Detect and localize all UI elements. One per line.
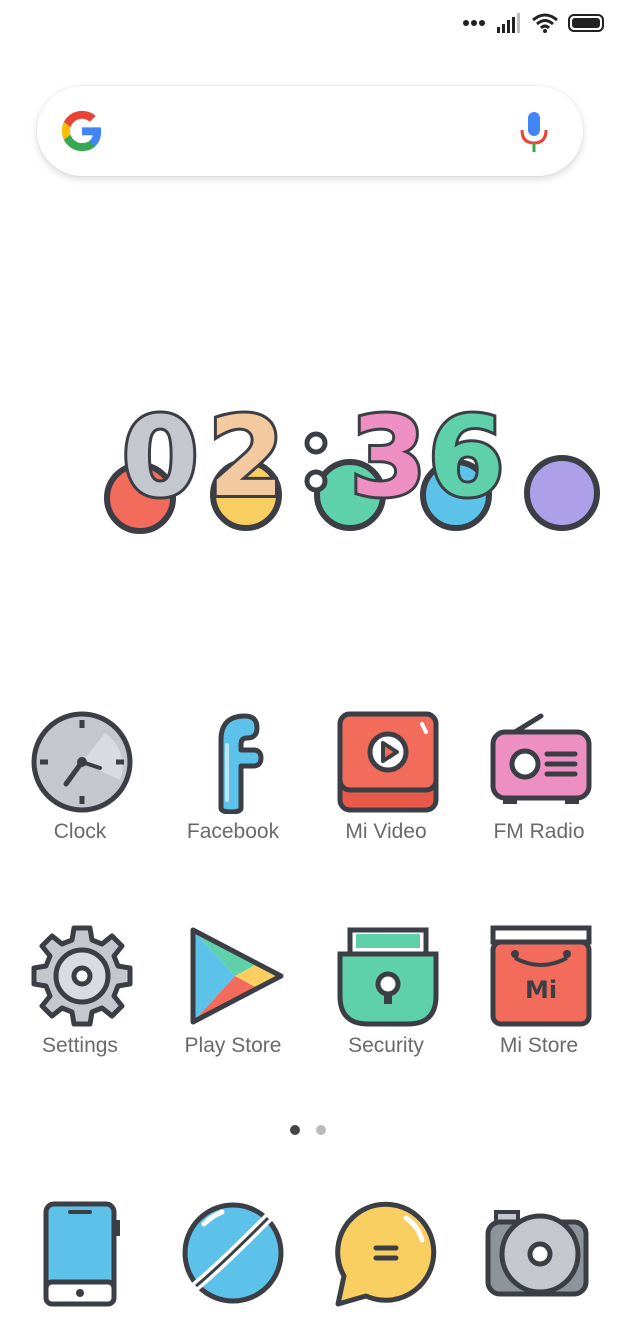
app-clock[interactable]: Clock xyxy=(10,710,150,860)
battery-icon xyxy=(568,14,604,32)
app-label: FM Radio xyxy=(493,820,585,843)
more-dots-icon xyxy=(463,20,485,26)
page-indicator[interactable] xyxy=(290,1125,326,1135)
facebook-icon xyxy=(218,713,264,814)
app-label: Play Store xyxy=(184,1034,282,1057)
microphone-icon[interactable] xyxy=(519,110,549,154)
app-label: Facebook xyxy=(186,820,280,843)
dock-browser[interactable] xyxy=(178,1198,288,1308)
app-play-store[interactable]: Play Store xyxy=(163,924,303,1074)
app-label: Settings xyxy=(42,1034,118,1057)
clock-minutes: 3 xyxy=(350,395,427,521)
app-fm-radio[interactable]: FM Radio xyxy=(469,710,609,860)
signal-icon xyxy=(497,13,520,33)
google-search-bar[interactable] xyxy=(37,86,583,176)
mi-badge: Mi xyxy=(525,976,557,1004)
app-security[interactable]: Security xyxy=(316,924,456,1074)
shopping-bag-icon: Mi xyxy=(490,925,592,1027)
svg-text:2: 2 xyxy=(208,395,285,521)
app-label: Mi Store xyxy=(499,1034,579,1057)
messaging-bubble-icon xyxy=(335,1201,437,1307)
app-settings[interactable]: Settings xyxy=(10,924,150,1074)
padlock-icon xyxy=(337,927,439,1027)
app-facebook[interactable]: Facebook xyxy=(163,710,303,860)
wifi-icon xyxy=(532,13,558,33)
radio-icon xyxy=(490,713,592,804)
app-label: Security xyxy=(348,1034,424,1057)
camera-icon xyxy=(485,1210,589,1297)
dock-phone[interactable] xyxy=(26,1198,136,1308)
app-mi-video[interactable]: Mi Video xyxy=(316,710,456,860)
dock-camera[interactable] xyxy=(482,1198,592,1308)
clock-hours: 0 xyxy=(122,395,199,521)
dock-messaging[interactable] xyxy=(330,1198,440,1308)
clock-widget[interactable]: 0 2 3 6 xyxy=(100,390,605,540)
svg-text:6: 6 xyxy=(428,395,505,521)
page-dot-active[interactable] xyxy=(290,1125,300,1135)
page-dot[interactable] xyxy=(316,1125,326,1135)
status-bar xyxy=(462,10,606,36)
google-logo xyxy=(61,110,102,152)
play-store-icon xyxy=(190,927,284,1025)
clock-icon xyxy=(31,711,133,813)
app-mi-store[interactable]: Mi Mi Store xyxy=(469,924,609,1074)
video-play-icon xyxy=(337,711,439,813)
browser-globe-icon xyxy=(182,1202,284,1304)
phone-icon xyxy=(43,1201,120,1307)
app-label: Mi Video xyxy=(345,820,427,843)
gear-icon xyxy=(31,925,133,1027)
app-label: Clock xyxy=(53,820,107,843)
